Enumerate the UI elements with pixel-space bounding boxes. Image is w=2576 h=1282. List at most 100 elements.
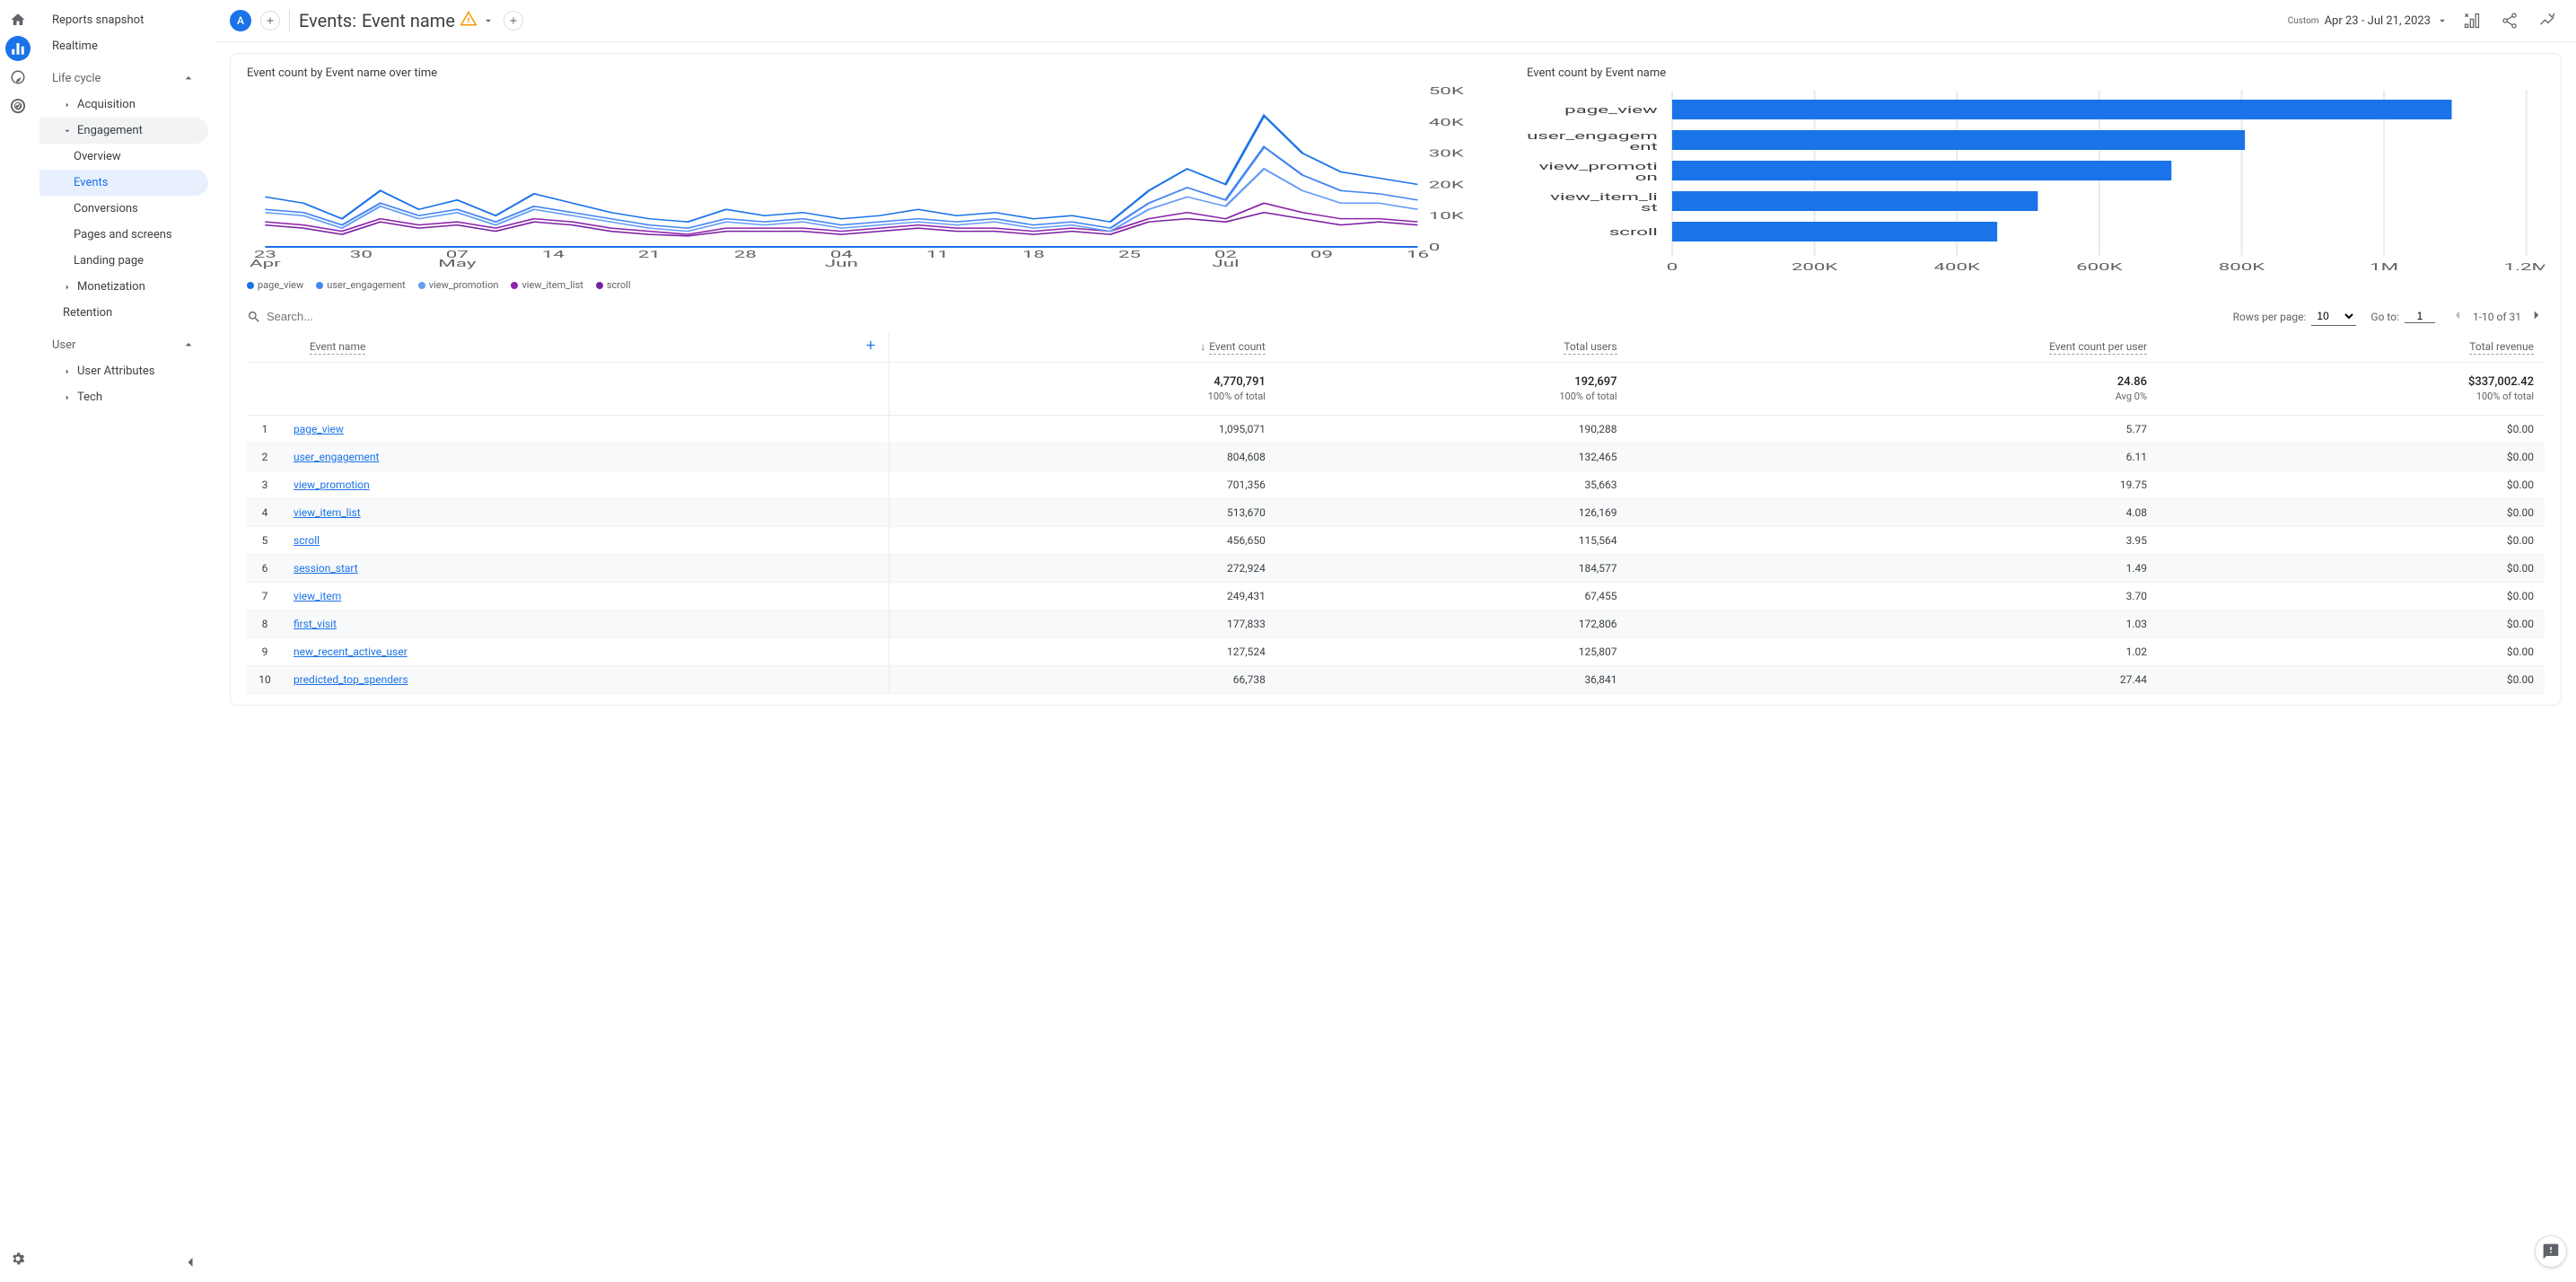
row-event-count: 249,431 [889,583,1276,610]
row-event-count: 456,650 [889,527,1276,555]
event-link[interactable]: scroll [294,534,320,547]
events-table: Event name ↓Event count Total users Even… [247,331,2545,694]
date-range-label: Apr 23 - Jul 21, 2023 [2325,14,2431,28]
row-event-count: 513,670 [889,499,1276,527]
event-link[interactable]: user_engagement [294,451,379,463]
svg-text:10K: 10K [1429,211,1465,222]
row-per-user: 3.70 [1628,583,2158,610]
collapse-sidebar-button[interactable] [180,1251,201,1273]
table-row: 7 view_item 249,431 67,455 3.70 $0.00 [247,583,2545,610]
svg-text:Jun: Jun [825,259,858,269]
row-revenue: $0.00 [2158,666,2545,694]
goto-label: Go to: [2370,311,2399,323]
col-event-count[interactable]: ↓Event count [889,331,1276,363]
event-link[interactable]: first_visit [294,618,337,630]
sidebar-item-life-cycle[interactable]: Life cycle [39,65,208,92]
rail-reports[interactable] [5,36,31,61]
search-input[interactable] [267,310,446,323]
table-row: 2 user_engagement 804,608 132,465 6.11 $… [247,443,2545,471]
event-link[interactable]: view_item [294,590,341,602]
share-icon[interactable] [2495,6,2524,35]
table-controls: Rows per page: 10 Go to: 1-10 of 31 [247,307,2545,326]
sidebar-item-user-attributes[interactable]: User Attributes [39,358,208,384]
sidebar-item-acquisition[interactable]: Acquisition [39,92,208,118]
row-total-users: 172,806 [1276,610,1628,638]
legend-item-page_view[interactable]: page_view [247,279,303,291]
col-revenue[interactable]: Total revenue [2158,331,2545,363]
rail-settings[interactable] [5,1246,31,1271]
row-event-count: 127,524 [889,638,1276,666]
row-index: 6 [247,555,283,583]
feedback-button[interactable] [2535,1235,2567,1268]
report-card: Event count by Event name over time 010K… [230,53,2562,706]
sidebar-item-landing-page[interactable]: Landing page [39,248,208,274]
prev-page-button[interactable] [2449,307,2466,326]
add-comparison-button[interactable] [504,11,523,31]
sidebar-item-user[interactable]: User [39,331,208,358]
svg-text:0: 0 [1429,242,1441,253]
insights-icon[interactable] [2533,6,2562,35]
row-revenue: $0.00 [2158,610,2545,638]
add-segment-button[interactable] [260,11,280,31]
legend-item-view_item_list[interactable]: view_item_list [511,279,583,291]
col-per-user[interactable]: Event count per user [1628,331,2158,363]
sidebar-item-conversions[interactable]: Conversions [39,196,208,222]
sidebar-item-retention[interactable]: Retention [39,300,208,326]
row-index: 4 [247,499,283,527]
svg-text:1.2M: 1.2M [2504,262,2545,274]
sidebar-item-events[interactable]: Events [39,170,208,196]
sidebar-item-tech[interactable]: Tech [39,384,208,410]
svg-text:600K: 600K [2076,262,2124,274]
col-total-users[interactable]: Total users [1276,331,1628,363]
event-link[interactable]: view_item_list [294,506,361,519]
segment-chip[interactable]: A [230,10,251,31]
svg-text:400K: 400K [1934,262,1982,274]
dimension-dropdown[interactable] [482,10,495,31]
rail-home[interactable] [5,7,31,32]
svg-text:May: May [438,259,477,269]
row-event-name: first_visit [283,610,889,638]
row-event-name: predicted_top_spenders [283,666,889,694]
col-event-name[interactable]: Event name [247,331,889,363]
table-search[interactable] [247,310,2219,324]
sidebar-item-realtime[interactable]: Realtime [39,33,208,59]
event-link[interactable]: predicted_top_spenders [294,673,408,686]
row-event-count: 272,924 [889,555,1276,583]
customize-report-icon[interactable] [2458,6,2486,35]
event-link[interactable]: view_promotion [294,479,370,491]
legend-item-scroll[interactable]: scroll [596,279,631,291]
row-event-name: scroll [283,527,889,555]
svg-text:view_item_li: view_item_li [1550,192,1658,204]
rail-explore[interactable] [5,65,31,90]
goto-input[interactable] [2405,310,2435,323]
divider [289,10,290,31]
rail-advertising[interactable] [5,93,31,119]
sidebar-item-overview[interactable]: Overview [39,144,208,170]
sidebar-item-monetization[interactable]: Monetization [39,274,208,300]
add-dimension-button[interactable] [863,338,878,356]
sidebar-item-pages-and-screens[interactable]: Pages and screens [39,222,208,248]
table-row: 4 view_item_list 513,670 126,169 4.08 $0… [247,499,2545,527]
line-chart: 010K20K30K40K50K23Apr3007May14212804Jun1… [247,85,1491,274]
title-dimension: Event name [362,10,455,31]
svg-text:user_engagem: user_engagem [1527,131,1658,143]
row-index: 9 [247,638,283,666]
date-range-picker[interactable]: Custom Apr 23 - Jul 21, 2023 [2288,14,2449,28]
bar-chart: 0200K400K600K800K1M1.2Mpage_viewuser_eng… [1527,85,2545,274]
next-page-button[interactable] [2528,307,2545,326]
legend-item-user_engagement[interactable]: user_engagement [316,279,406,291]
sidebar-item-engagement[interactable]: Engagement [39,118,208,144]
rows-per-page-select[interactable]: 10 [2311,307,2356,326]
row-revenue: $0.00 [2158,471,2545,499]
warning-icon[interactable] [460,10,477,31]
sidebar-item-reports-snapshot[interactable]: Reports snapshot [39,7,208,33]
row-revenue: $0.00 [2158,416,2545,443]
row-per-user: 3.95 [1628,527,2158,555]
svg-text:25: 25 [1118,250,1141,260]
header: A Events: Event name Custom Apr 23 - Jul… [215,0,2576,41]
row-total-users: 67,455 [1276,583,1628,610]
event-link[interactable]: session_start [294,562,358,575]
event-link[interactable]: new_recent_active_user [294,645,407,658]
legend-item-view_promotion[interactable]: view_promotion [418,279,499,291]
event-link[interactable]: page_view [294,423,344,435]
